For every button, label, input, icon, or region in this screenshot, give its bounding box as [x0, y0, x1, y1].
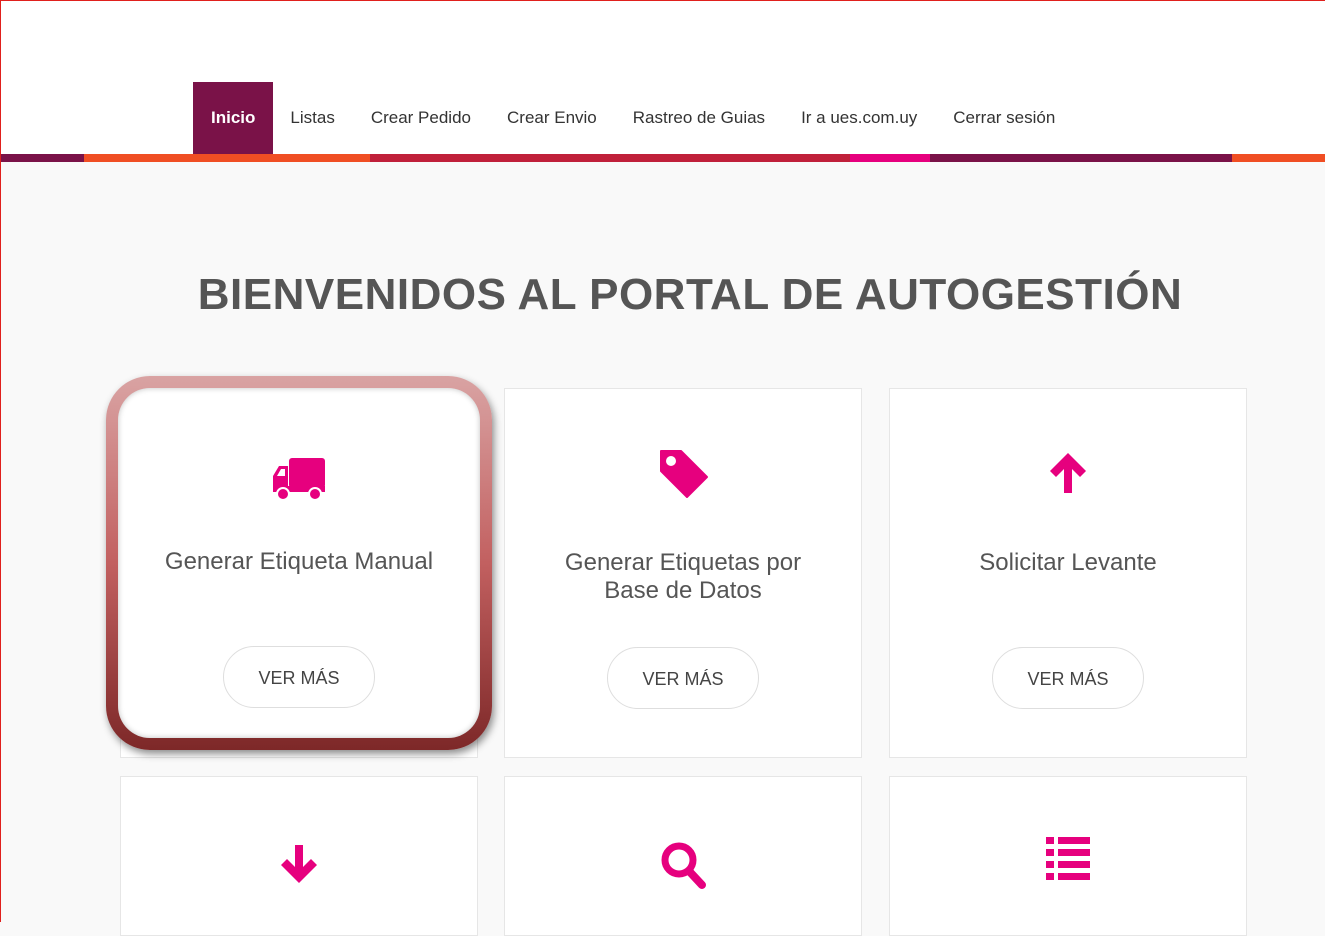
- search-icon: [660, 841, 706, 894]
- header: Inicio Listas Crear Pedido Crear Envio R…: [0, 0, 1325, 160]
- tag-icon: [657, 447, 709, 504]
- card-generar-etiquetas-base-datos[interactable]: Generar Etiquetas por Base de Datos VER …: [504, 388, 862, 758]
- card-label: Generar Etiquetas por Base de Datos: [564, 549, 802, 604]
- list-icon: [1044, 835, 1092, 888]
- card-row2-2[interactable]: [504, 776, 862, 936]
- highlight-frame: Generar Etiqueta Manual VER MÁS: [106, 376, 492, 750]
- nav-item-cerrar-sesion[interactable]: Cerrar sesión: [935, 82, 1073, 154]
- card-row2-3[interactable]: [889, 776, 1247, 936]
- nav-item-crear-pedido[interactable]: Crear Pedido: [353, 82, 489, 154]
- color-stripe: [0, 154, 1325, 162]
- truck-icon: [271, 456, 327, 507]
- card-solicitar-levante[interactable]: Solicitar Levante VER MÁS: [889, 388, 1247, 758]
- main-nav: Inicio Listas Crear Pedido Crear Envio R…: [193, 82, 1073, 154]
- arrow-down-icon: [279, 843, 319, 890]
- page-title: BIENVENIDOS AL PORTAL DE AUTOGESTIÓN: [197, 270, 1183, 319]
- nav-item-crear-envio[interactable]: Crear Envio: [489, 82, 615, 154]
- card-row2-1[interactable]: [120, 776, 478, 936]
- arrow-up-icon: [1048, 451, 1088, 500]
- nav-item-ir-a-ues[interactable]: Ir a ues.com.uy: [783, 82, 935, 154]
- ver-mas-button[interactable]: VER MÁS: [607, 647, 759, 709]
- card-label: Solicitar Levante: [979, 549, 1157, 576]
- nav-item-rastreo-de-guias[interactable]: Rastreo de Guias: [615, 82, 783, 154]
- ver-mas-button[interactable]: VER MÁS: [992, 647, 1144, 709]
- nav-item-listas[interactable]: Listas: [273, 82, 352, 154]
- ver-mas-button[interactable]: VER MÁS: [223, 646, 375, 708]
- nav-item-inicio[interactable]: Inicio: [193, 82, 274, 154]
- card-label: Generar Etiqueta Manual: [164, 548, 434, 575]
